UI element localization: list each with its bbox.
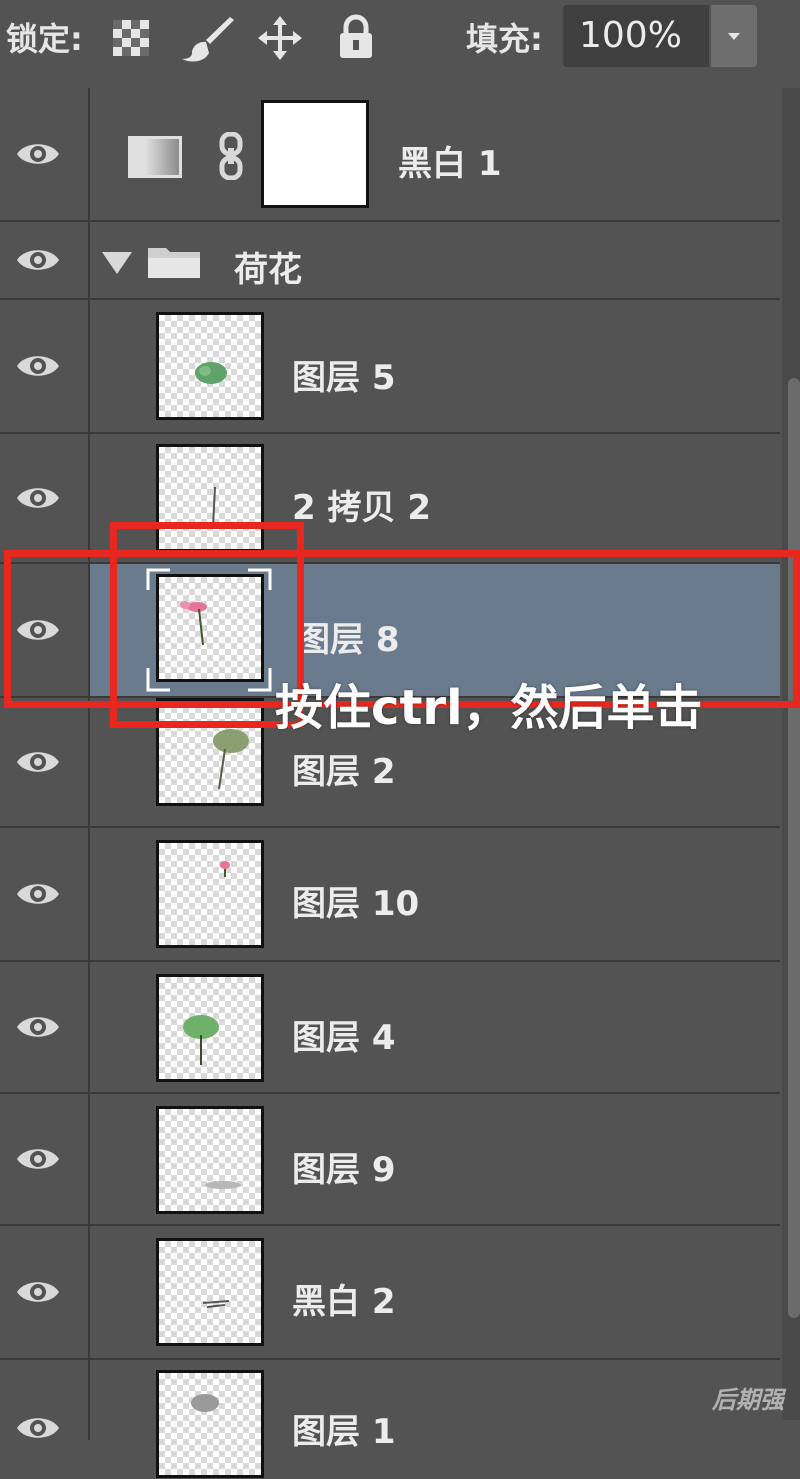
visibility-toggle[interactable] bbox=[0, 962, 90, 1092]
layer-name: 图层 4 bbox=[292, 1018, 396, 1058]
layer-name: 图层 2 bbox=[292, 752, 396, 792]
layer-thumbnail[interactable] bbox=[156, 1106, 264, 1214]
eye-icon bbox=[17, 356, 59, 376]
layer-name: 黑白 1 bbox=[398, 144, 502, 184]
layer-row[interactable]: 图层 4 bbox=[0, 962, 780, 1094]
visibility-toggle[interactable] bbox=[0, 222, 90, 298]
fill-dropdown-button[interactable] bbox=[711, 5, 757, 67]
layer-group-row[interactable]: 荷花 bbox=[0, 222, 780, 300]
watermark: 后期强 bbox=[712, 1386, 784, 1414]
eye-icon bbox=[17, 1418, 59, 1438]
brush-icon[interactable] bbox=[180, 17, 240, 62]
layer-name: 图层 1 bbox=[292, 1412, 396, 1452]
layer-name: 图层 9 bbox=[292, 1150, 396, 1190]
visibility-toggle[interactable] bbox=[0, 1360, 90, 1440]
layer-row-black-white-1[interactable]: 黑白 1 bbox=[0, 88, 780, 222]
visibility-toggle[interactable] bbox=[0, 434, 90, 562]
layer-thumbnail[interactable] bbox=[156, 1370, 264, 1478]
layer-thumbnail[interactable] bbox=[156, 974, 264, 1082]
layer-thumbnail[interactable] bbox=[156, 840, 264, 948]
layer-mask-thumbnail[interactable] bbox=[261, 100, 369, 208]
eye-icon bbox=[17, 1149, 59, 1169]
layer-row[interactable]: 图层 5 bbox=[0, 300, 780, 434]
visibility-toggle[interactable] bbox=[0, 1094, 90, 1224]
eye-icon bbox=[17, 884, 59, 904]
visibility-toggle[interactable] bbox=[0, 698, 90, 826]
eye-icon bbox=[17, 144, 59, 164]
visibility-toggle[interactable] bbox=[0, 1226, 90, 1358]
adjustment-layer-icon bbox=[128, 136, 182, 178]
eye-icon bbox=[17, 488, 59, 508]
eye-icon bbox=[17, 752, 59, 772]
fill-label: 填充: bbox=[466, 20, 543, 58]
fill-opacity-input[interactable]: 100% bbox=[563, 5, 709, 67]
disclosure-triangle-icon[interactable] bbox=[102, 252, 132, 274]
folder-icon bbox=[148, 248, 200, 278]
layer-row[interactable]: 图层 9 bbox=[0, 1094, 780, 1226]
layer-name: 2 拷贝 2 bbox=[292, 488, 431, 528]
lock-icon[interactable] bbox=[336, 14, 376, 60]
layer-thumbnail[interactable] bbox=[156, 1238, 264, 1346]
annotation-text: 按住ctrl，然后单击 bbox=[275, 680, 703, 736]
visibility-toggle[interactable] bbox=[0, 300, 90, 432]
layers-toolbar: 锁定: 填充: 100% bbox=[0, 0, 800, 80]
group-name: 荷花 bbox=[234, 250, 302, 290]
move-icon[interactable] bbox=[256, 14, 304, 60]
layer-row[interactable]: 黑白 2 bbox=[0, 1226, 780, 1360]
layer-row[interactable]: 图层 1 bbox=[0, 1360, 780, 1478]
eye-icon bbox=[17, 1282, 59, 1302]
layer-name: 图层 5 bbox=[292, 358, 396, 398]
layer-thumbnail[interactable] bbox=[156, 312, 264, 420]
eye-icon bbox=[17, 250, 59, 270]
lock-transparent-pixels-icon[interactable] bbox=[110, 17, 152, 59]
visibility-toggle[interactable] bbox=[0, 828, 90, 960]
layer-row[interactable]: 图层 10 bbox=[0, 828, 780, 962]
scrollbar-thumb[interactable] bbox=[788, 378, 800, 1318]
layer-name: 黑白 2 bbox=[292, 1282, 396, 1322]
visibility-toggle[interactable] bbox=[0, 88, 90, 220]
layer-name: 图层 10 bbox=[292, 884, 420, 924]
lock-label: 锁定: bbox=[6, 20, 83, 58]
mask-link-icon[interactable] bbox=[216, 132, 246, 180]
chevron-down-icon bbox=[728, 33, 740, 40]
eye-icon bbox=[17, 1017, 59, 1037]
